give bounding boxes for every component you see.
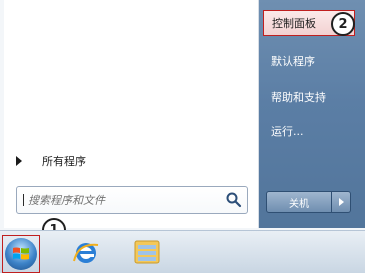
- search-input[interactable]: [24, 192, 225, 208]
- default-programs-item[interactable]: 默认程序: [263, 48, 355, 74]
- help-support-item[interactable]: 帮助和支持: [263, 84, 355, 110]
- start-menu-left-pane: 所有程序: [4, 0, 259, 228]
- windows-logo-icon: [5, 238, 37, 270]
- shutdown-label: 关机: [289, 198, 309, 210]
- shutdown-group: 关机: [266, 191, 351, 213]
- chevron-right-icon: [338, 198, 344, 206]
- run-label: 运行...: [271, 125, 304, 138]
- taskbar: [0, 230, 365, 273]
- shutdown-options-button[interactable]: [332, 191, 351, 213]
- all-programs-label: 所有程序: [42, 155, 86, 168]
- shutdown-button[interactable]: 关机: [266, 191, 332, 213]
- control-panel-label: 控制面板: [272, 17, 316, 30]
- run-item[interactable]: 运行...: [263, 118, 355, 144]
- annotation-badge-2: 2: [331, 12, 355, 36]
- help-support-label: 帮助和支持: [271, 91, 326, 104]
- internet-explorer-icon[interactable]: [70, 233, 102, 271]
- start-menu-right-pane: 控制面板 2 默认程序 帮助和支持 运行... 关机: [259, 0, 365, 228]
- search-icon[interactable]: [225, 191, 243, 209]
- windows-explorer-folder-icon[interactable]: [132, 233, 162, 269]
- start-button[interactable]: [2, 235, 40, 273]
- all-programs-item[interactable]: 所有程序: [16, 150, 246, 172]
- chevron-right-icon: [16, 156, 22, 166]
- search-box[interactable]: [16, 186, 248, 214]
- default-programs-label: 默认程序: [271, 55, 315, 68]
